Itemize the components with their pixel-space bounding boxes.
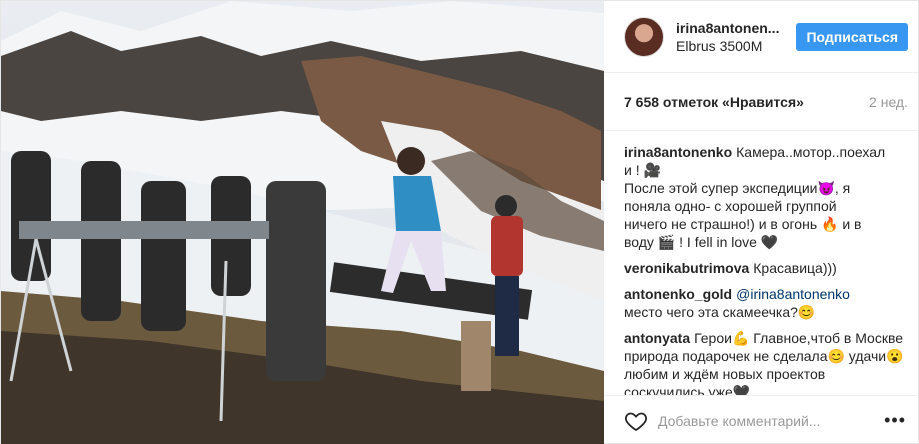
- comments-list: irina8antonenko Камера..мотор..поехал и !…: [604, 131, 918, 395]
- caption-line: воду 🎬 ! I fell in love 🖤: [624, 234, 779, 250]
- follow-button[interactable]: Подписаться: [796, 22, 908, 51]
- post-header: irina8antonen... Elbrus 3500M Подписатьс…: [604, 1, 918, 73]
- caption-username[interactable]: irina8antonenko: [624, 144, 732, 160]
- comment: antonenko_gold @irina8antonenko место чег…: [624, 285, 904, 321]
- caption-line: поняла одно- с хорошей группой: [624, 198, 837, 214]
- instagram-post: irina8antonen... Elbrus 3500M Подписатьс…: [0, 0, 919, 444]
- likes-row: 7 658 отметок «Нравится» 2 нед.: [604, 73, 918, 131]
- more-options-icon[interactable]: •••: [884, 410, 906, 431]
- camera-slider-rail: [19, 221, 269, 239]
- crew-member-red-jacket: [491, 195, 523, 356]
- mountain-film-set-image: [1, 1, 604, 444]
- author-username[interactable]: irina8antonen...: [676, 20, 796, 36]
- comment-mention[interactable]: @irina8antonenko: [736, 286, 850, 302]
- comment-username[interactable]: antonenko_gold: [624, 286, 732, 302]
- comment: antonyata Герои💪 Главное,чтоб в Москве пр…: [624, 329, 904, 395]
- post-sidebar: irina8antonen... Elbrus 3500M Подписатьс…: [604, 1, 918, 444]
- avatar[interactable]: [624, 16, 664, 57]
- post-time[interactable]: 2 нед.: [869, 94, 908, 110]
- author-info: irina8antonen... Elbrus 3500M: [676, 20, 796, 54]
- post-photo[interactable]: [1, 1, 604, 444]
- likes-count[interactable]: 7 658 отметок «Нравится»: [624, 94, 804, 110]
- comment: veronikabutrimova Красавица))): [624, 259, 904, 277]
- caption-line: ничего не страшно!) и в огонь 🔥 и в: [624, 216, 862, 232]
- caption-line: и ! 🎥: [624, 162, 661, 178]
- post-location[interactable]: Elbrus 3500M: [676, 38, 796, 54]
- comment-text: Красавица))): [753, 260, 837, 276]
- add-comment-input[interactable]: [658, 412, 885, 429]
- add-comment-bar: •••: [604, 395, 918, 444]
- comment-username[interactable]: antonyata: [624, 330, 690, 346]
- caption: irina8antonenko Камера..мотор..поехал и !…: [624, 143, 904, 251]
- heart-outline-icon[interactable]: [624, 409, 648, 433]
- caption-line: После этой супер экспедиции😈, я: [624, 180, 851, 196]
- comment-text: место чего эта скамеечка?😊: [624, 304, 816, 320]
- caption-line: Камера..мотор..поехал: [736, 144, 886, 160]
- comment-username[interactable]: veronikabutrimova: [624, 260, 749, 276]
